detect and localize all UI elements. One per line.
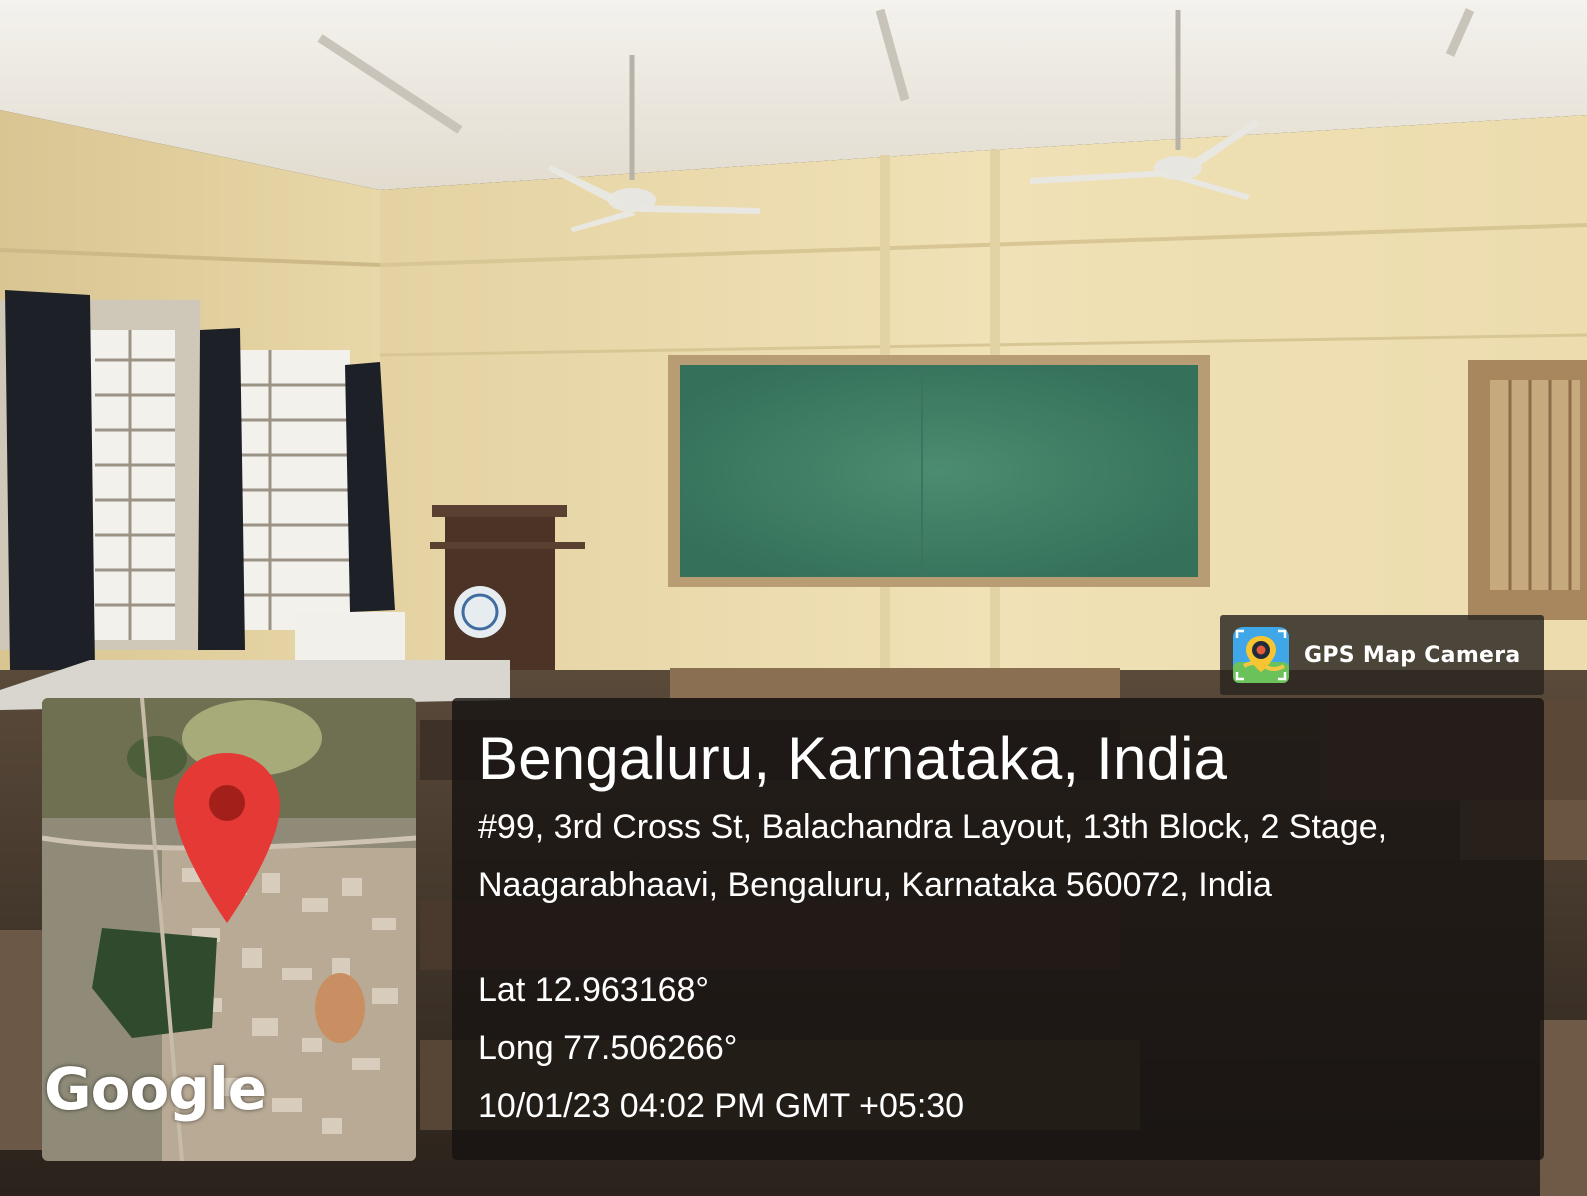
app-name: GPS Map Camera — [1304, 642, 1521, 668]
latitude: Lat 12.963168° — [478, 971, 710, 1009]
google-logo: Google — [44, 1055, 267, 1123]
timestamp: 10/01/23 04:02 PM GMT +05:30 — [478, 1087, 965, 1125]
longitude: Long 77.506266° — [478, 1029, 738, 1067]
location-address: #99, 3rd Cross St, Balachandra Layout, 1… — [478, 808, 1388, 904]
gps-map-camera-icon — [1233, 627, 1289, 683]
location-title: Bengaluru, Karnataka, India — [478, 725, 1228, 792]
location-info-panel: Bengaluru, Karnataka, India #99, 3rd Cro… — [452, 698, 1544, 1160]
map-thumbnail: Google — [42, 698, 416, 1161]
app-badge: GPS Map Camera — [1220, 615, 1544, 695]
